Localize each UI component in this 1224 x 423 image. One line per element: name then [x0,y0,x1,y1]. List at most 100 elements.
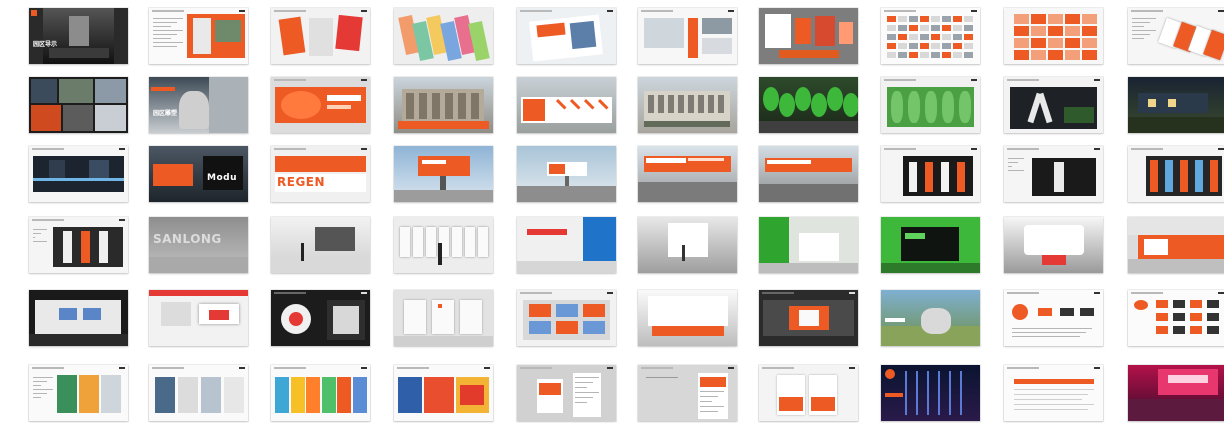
slide-graphic [1190,326,1202,334]
slide-graphic [648,95,654,113]
slide-graphic [700,401,712,402]
slide-thumbnail[interactable] [1128,77,1224,133]
slide-graphic [646,158,686,163]
slide-thumbnail[interactable] [394,365,493,421]
slide-thumbnail[interactable] [149,290,248,346]
slide-logo [971,148,977,150]
slide-graphic [153,22,177,23]
slide-thumbnail[interactable]: 园区雕塑 [149,77,248,133]
slide-thumbnail[interactable] [394,77,493,133]
slide-thumbnail[interactable] [638,365,737,421]
slide-thumbnail[interactable] [517,365,616,421]
slide-thumbnail[interactable] [881,217,980,273]
slide-thumbnail[interactable] [29,365,128,421]
slide-thumbnail[interactable] [881,8,980,64]
slide-graphic [315,227,355,251]
slide-graphic [1065,50,1080,60]
slide-thumbnail[interactable] [1004,290,1103,346]
slide-thumbnail[interactable] [759,77,858,133]
slide-graphic [779,93,795,117]
slide-graphic [1008,158,1024,159]
slide-graphic [153,42,183,43]
slide-thumbnail[interactable] [394,146,493,202]
slide-graphic [89,160,109,178]
slide-thumbnail[interactable] [638,290,737,346]
slide-thumbnail[interactable]: Modu [149,146,248,202]
slide-thumbnail[interactable] [1004,77,1103,133]
slide-thumbnail[interactable] [759,365,858,421]
slide-graphic [422,160,446,164]
slide-thumbnail[interactable] [881,290,980,346]
slide-graphic [101,375,121,413]
slide-thumbnail[interactable] [149,8,248,64]
slide-thumbnail[interactable] [1128,8,1224,64]
slide-graphic [306,377,320,413]
slide-graphic [153,26,171,27]
slide-graphic [920,16,929,22]
slide-thumbnail[interactable] [271,77,370,133]
slide-thumbnail[interactable] [517,217,616,273]
slide-thumbnail[interactable] [271,290,370,346]
slide-graphic [398,377,422,413]
slide-thumbnail[interactable] [517,8,616,64]
slide-graphic [920,34,929,40]
slide-thumbnail[interactable] [29,217,128,273]
slide-graphic [95,79,126,103]
slide-thumbnail[interactable] [1004,217,1103,273]
slide-thumbnail[interactable] [149,365,248,421]
slide-graphic [1132,26,1144,27]
slide-graphic [33,156,124,192]
slide-thumbnail[interactable] [517,146,616,202]
slide-graphic [575,402,587,403]
slide-thumbnail[interactable] [1004,146,1103,202]
slide-graphic [1144,239,1168,255]
slide-thumbnail[interactable] [29,146,128,202]
slide-thumbnail[interactable] [638,77,737,133]
slide-thumbnail[interactable] [1128,365,1224,421]
slide-thumbnail[interactable]: SANLONG [149,217,248,273]
slide-thumbnail[interactable] [394,290,493,346]
slide-thumbnail[interactable] [394,217,493,273]
slide-graphic [33,397,41,398]
slide-graphic [1031,14,1046,24]
slide-thumbnail[interactable] [517,290,616,346]
slide-thumbnail[interactable] [1004,8,1103,64]
slide-thumbnail[interactable] [271,365,370,421]
slide-thumbnail[interactable] [759,8,858,64]
slide-graphic [1031,26,1046,36]
slide-thumbnail[interactable] [271,217,370,273]
slide-thumbnail[interactable] [1128,290,1224,346]
slide-thumbnail[interactable] [1004,365,1103,421]
slide-thumbnail[interactable] [638,146,737,202]
slide-graphic [394,190,493,202]
slide-thumbnail[interactable] [29,290,128,346]
slide-thumbnail[interactable] [638,217,737,273]
slide-graphic [644,121,730,127]
slide-graphic [887,43,896,49]
slide-thumbnail[interactable] [29,77,128,133]
slide-thumbnail[interactable] [881,365,980,421]
slide-logo [607,10,613,12]
slide-thumbnail[interactable] [394,8,493,64]
slide-thumbnail[interactable] [881,146,980,202]
slide-graphic [1207,313,1219,321]
slide-thumbnail[interactable] [759,217,858,273]
slide-thumbnail[interactable] [759,290,858,346]
slide-thumbnail[interactable] [638,8,737,64]
slide-logo [361,148,367,150]
slide-thumbnail[interactable] [759,146,858,202]
slide-thumbnail[interactable]: 园区导示 [29,8,128,64]
slide-graphic [49,160,65,178]
slide-logo [849,367,855,369]
slide-graphic [1014,404,1094,405]
slide-thumbnail[interactable] [1128,146,1224,202]
slide-thumbnail[interactable]: REGEN [271,146,370,202]
slide-graphic [1014,38,1029,48]
slide-graphic [335,14,363,52]
slide-thumbnail[interactable] [1128,217,1224,273]
slide-graphic [289,312,303,326]
slide-thumbnail[interactable] [881,77,980,133]
slide-thumbnail[interactable] [271,8,370,64]
slide-thumbnail[interactable] [517,77,616,133]
slide-logo [849,292,855,294]
